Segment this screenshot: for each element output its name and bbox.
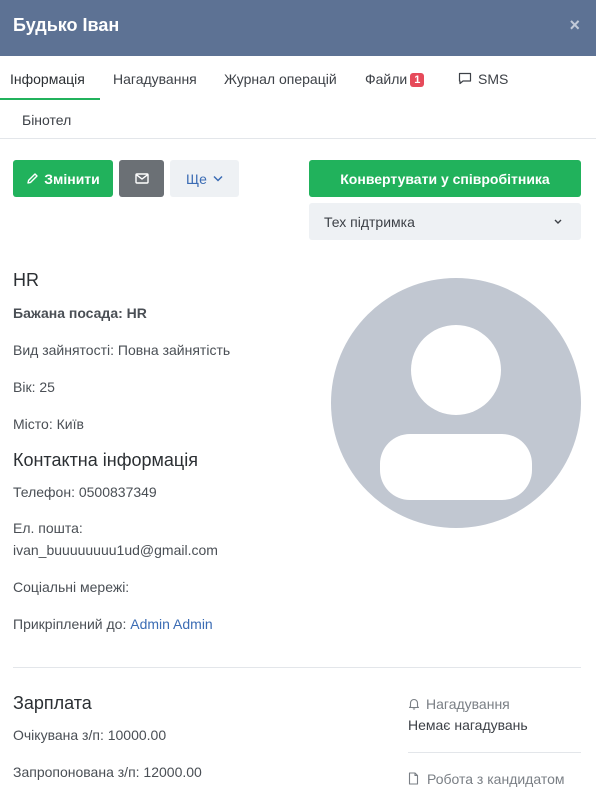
tab-label: Інформація [10,71,85,87]
social-networks: Соціальні мережі: [13,579,130,595]
email-value: ivan_buuuuuuuu1ud@gmail.com [13,542,218,558]
expected-salary: Очікувана з/п: 10000.00 [13,727,167,743]
email-label: Ел. пошта: [13,520,83,536]
status-select-value: Тех підтримка [324,214,415,230]
envelope-icon [134,173,149,184]
city: Місто: Київ [13,416,84,432]
more-button-label: Ще [186,170,207,187]
close-icon[interactable]: × [569,15,580,36]
reminders-heading: Нагадування [408,696,510,712]
tab-label: Журнал операцій [224,71,337,87]
attached-to: Прикріплений до: Admin Admin [13,616,213,632]
attached-to-label: Прикріплений до: [13,616,127,632]
convert-button-label: Конвертувати у співробітника [340,170,550,187]
tab-label: Бінотел [22,112,72,128]
modal-header: Будько Іван × [0,0,596,56]
files-count-badge: 1 [410,73,425,87]
tab-information[interactable]: Інформація [10,71,85,87]
tab-reminders[interactable]: Нагадування [113,71,197,87]
status-select[interactable]: Тех підтримка [309,203,581,240]
salary-heading: Зарплата [13,693,92,713]
document-icon [408,772,419,785]
employment-type: Вид зайнятості: Повна зайнятість [13,342,231,358]
chevron-down-icon [213,175,223,182]
tab-label: Файли [365,71,408,87]
more-dropdown-button[interactable]: Ще [170,160,239,197]
position-heading: HR [13,270,39,290]
edit-button-label: Змінити [44,170,100,187]
tab-files[interactable]: Файли 1 [365,71,425,87]
tab-sms[interactable]: SMS [458,71,508,87]
pencil-icon [27,173,38,184]
tab-label: Нагадування [113,71,197,87]
no-reminders-text: Немає нагадувань [408,717,528,733]
candidate-work-label: Робота з кандидатом [427,771,565,787]
contact-heading: Контактна інформація [13,450,198,470]
edit-button[interactable]: Змінити [13,160,113,197]
tab-label: SMS [478,71,509,87]
age: Вік: 25 [13,379,55,395]
sidebar-divider [408,752,581,753]
bell-icon [408,698,420,710]
reminders-label: Нагадування [426,696,510,712]
desired-position: Бажана посада: HR [13,305,147,321]
avatar [331,278,581,528]
chevron-down-icon [554,219,562,224]
chat-icon [458,72,472,85]
page-title: Будько Іван [13,15,120,35]
candidate-work-heading: Робота з кандидатом [408,771,565,787]
active-tab-indicator [0,98,100,100]
section-divider [13,667,581,668]
send-email-button[interactable] [119,160,164,197]
offered-salary: Запропонована з/п: 12000.00 [13,764,202,780]
convert-to-employee-button[interactable]: Конвертувати у співробітника [309,160,581,197]
attached-user-link[interactable]: Admin Admin [130,616,212,632]
tab-binotel[interactable]: Бінотел [22,112,71,128]
phone: Телефон: 0500837349 [13,484,157,500]
tab-operations-log[interactable]: Журнал операцій [224,71,337,87]
